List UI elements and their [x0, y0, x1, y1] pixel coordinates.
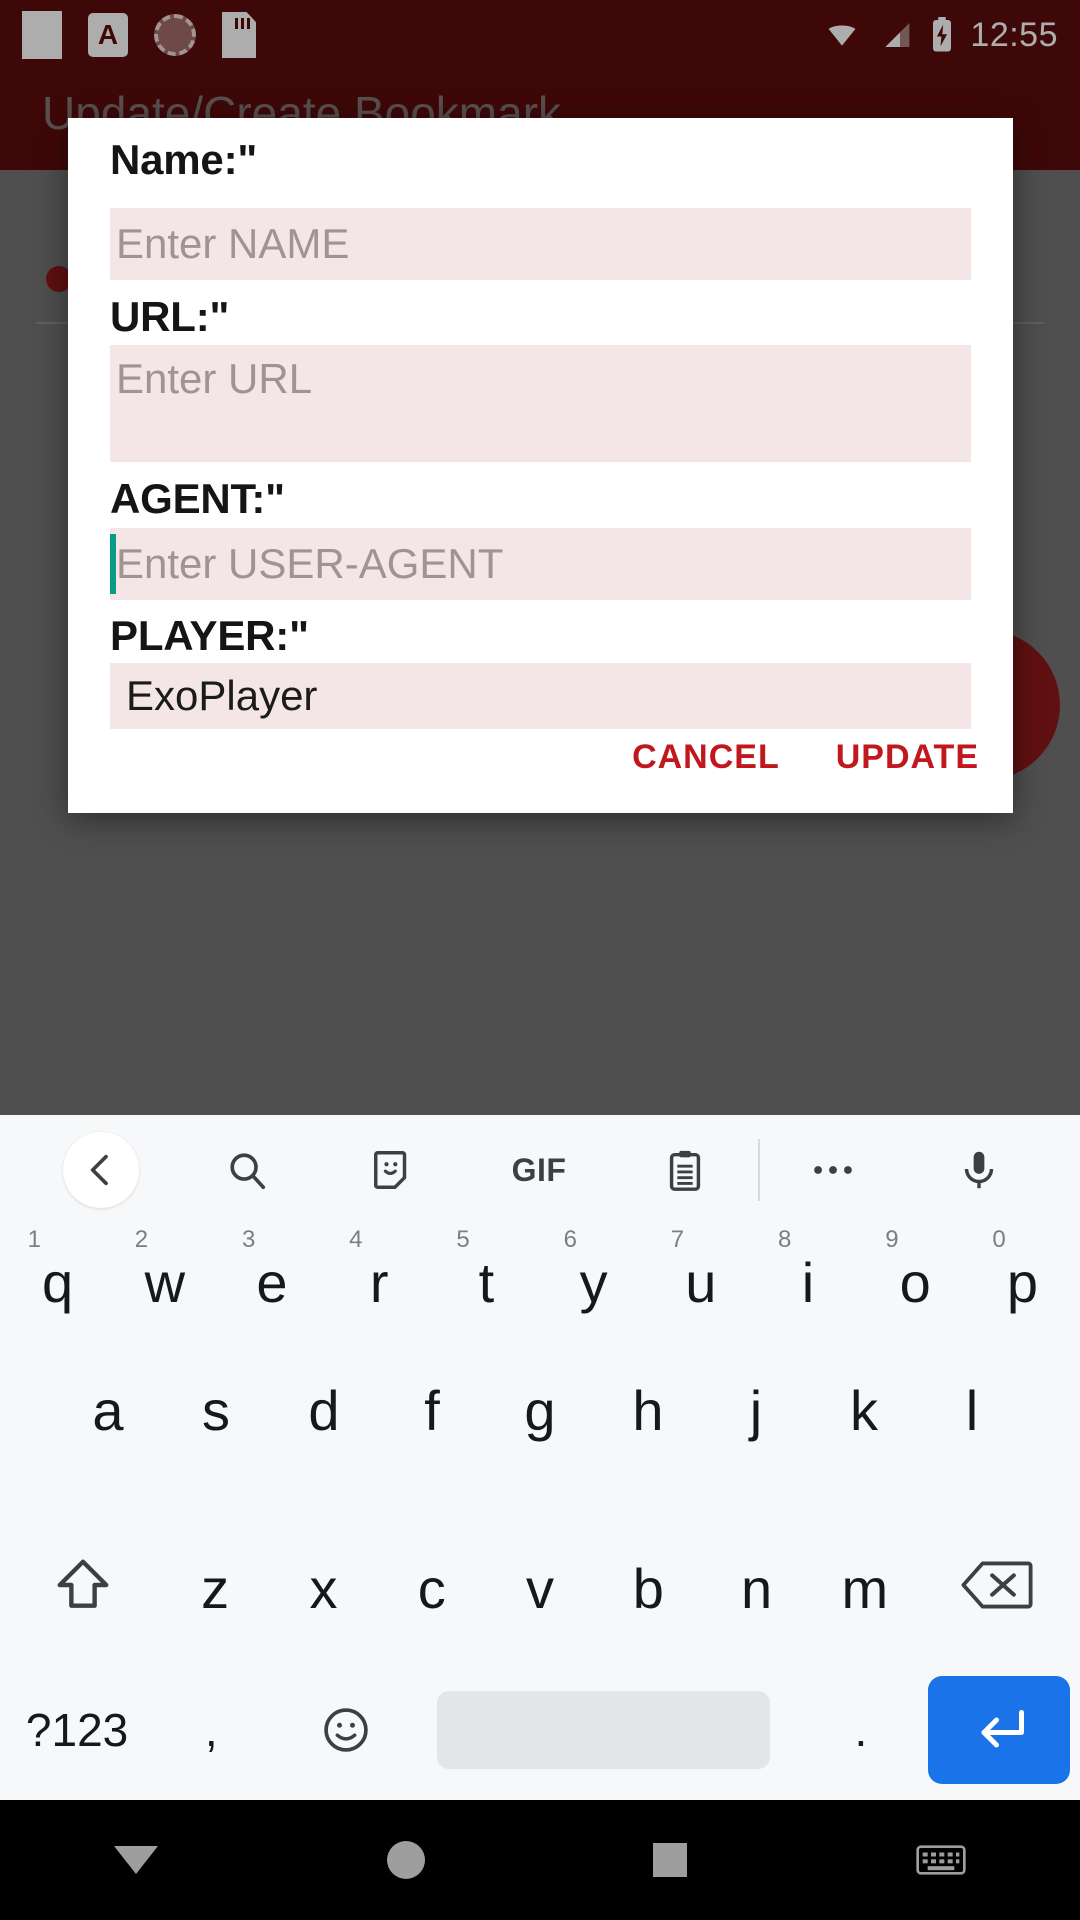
- keyboard-icon: [916, 1845, 966, 1875]
- comma-key[interactable]: ,: [144, 1703, 278, 1757]
- microphone-icon[interactable]: [906, 1147, 1052, 1193]
- key-j[interactable]: j: [702, 1375, 810, 1439]
- keyboard-row-3: z x c v b n m: [0, 1515, 1080, 1655]
- key-d[interactable]: d: [270, 1375, 378, 1439]
- key-m[interactable]: m: [811, 1553, 919, 1617]
- key-v[interactable]: v: [486, 1553, 594, 1617]
- key-l[interactable]: l: [918, 1375, 1026, 1439]
- keyboard-toolbar: GIF: [0, 1115, 1080, 1225]
- key-o[interactable]: 9o: [862, 1225, 969, 1311]
- overflow-menu-icon[interactable]: [760, 1160, 906, 1180]
- key-g[interactable]: g: [486, 1375, 594, 1439]
- keyboard-row-4: ?123 , .: [0, 1655, 1080, 1805]
- nav-home-button[interactable]: [386, 1841, 425, 1879]
- nav-back-button[interactable]: [114, 1846, 159, 1874]
- back-chevron-icon[interactable]: [63, 1132, 139, 1208]
- keyboard-row-1: 1q 2w 3e 4r 5t 6y 7u 8i 9o 0p: [0, 1225, 1080, 1375]
- name-input-placeholder: Enter NAME: [116, 220, 350, 267]
- key-i[interactable]: 8i: [754, 1225, 861, 1311]
- key-r[interactable]: 4r: [326, 1225, 433, 1311]
- text-cursor: [110, 534, 116, 594]
- player-field-label: PLAYER:": [110, 612, 309, 659]
- backspace-icon[interactable]: [919, 1557, 1076, 1613]
- sticker-icon[interactable]: [320, 1147, 466, 1193]
- user-agent-input[interactable]: Enter USER-AGENT: [110, 528, 971, 600]
- url-input[interactable]: Enter URL: [110, 345, 971, 462]
- agent-field-label: AGENT:": [110, 475, 285, 522]
- key-k[interactable]: k: [810, 1375, 918, 1439]
- dialog-actions: CANCEL UPDATE: [632, 738, 979, 777]
- enter-return-icon[interactable]: [928, 1676, 1070, 1784]
- period-key[interactable]: .: [794, 1703, 928, 1757]
- user-agent-input-placeholder: Enter USER-AGENT: [116, 540, 504, 587]
- symbols-key[interactable]: ?123: [10, 1703, 144, 1757]
- url-input-placeholder: Enter URL: [116, 355, 313, 402]
- key-a[interactable]: a: [54, 1375, 162, 1439]
- system-navigation-bar: [0, 1800, 1080, 1920]
- keyboard-back-button[interactable]: [28, 1132, 174, 1208]
- clipboard-icon[interactable]: [612, 1147, 758, 1193]
- url-field-label: URL:": [110, 293, 230, 340]
- emoji-smiley-icon[interactable]: [278, 1704, 412, 1756]
- key-w[interactable]: 2w: [111, 1225, 218, 1311]
- name-field-label: Name:": [110, 136, 258, 183]
- name-input[interactable]: Enter NAME: [110, 208, 971, 280]
- cancel-button[interactable]: CANCEL: [632, 738, 780, 777]
- search-icon[interactable]: [174, 1147, 320, 1193]
- nav-keyboard-button[interactable]: [916, 1842, 966, 1878]
- key-s[interactable]: s: [162, 1375, 270, 1439]
- player-input-value: ExoPlayer: [126, 672, 318, 719]
- key-y[interactable]: 6y: [540, 1225, 647, 1311]
- key-t[interactable]: 5t: [433, 1225, 540, 1311]
- key-p[interactable]: 0p: [969, 1225, 1076, 1311]
- on-screen-keyboard: GIF 1q 2w 3e 4r 5t 6y 7u 8i 9o 0p a s d …: [0, 1115, 1080, 1800]
- key-e[interactable]: 3e: [218, 1225, 325, 1311]
- key-h[interactable]: h: [594, 1375, 702, 1439]
- key-n[interactable]: n: [702, 1553, 810, 1617]
- key-x[interactable]: x: [269, 1553, 377, 1617]
- player-input[interactable]: ExoPlayer: [110, 663, 971, 729]
- space-key[interactable]: [436, 1691, 770, 1769]
- key-c[interactable]: c: [378, 1553, 486, 1617]
- key-f[interactable]: f: [378, 1375, 486, 1439]
- back-triangle-icon: [114, 1846, 159, 1874]
- shift-up-arrow-icon[interactable]: [4, 1554, 161, 1616]
- update-button[interactable]: UPDATE: [836, 738, 979, 777]
- recents-square-icon: [653, 1843, 688, 1877]
- key-b[interactable]: b: [594, 1553, 702, 1617]
- nav-recents-button[interactable]: [653, 1843, 688, 1877]
- key-q[interactable]: 1q: [4, 1225, 111, 1311]
- key-u[interactable]: 7u: [647, 1225, 754, 1311]
- bookmark-edit-dialog: Name:" Enter NAME URL:" Enter URL AGENT:…: [68, 118, 1013, 813]
- keyboard-row-2: a s d f g h j k l: [0, 1375, 1080, 1515]
- home-circle-icon: [386, 1841, 425, 1879]
- gif-icon[interactable]: GIF: [466, 1152, 612, 1189]
- key-z[interactable]: z: [161, 1553, 269, 1617]
